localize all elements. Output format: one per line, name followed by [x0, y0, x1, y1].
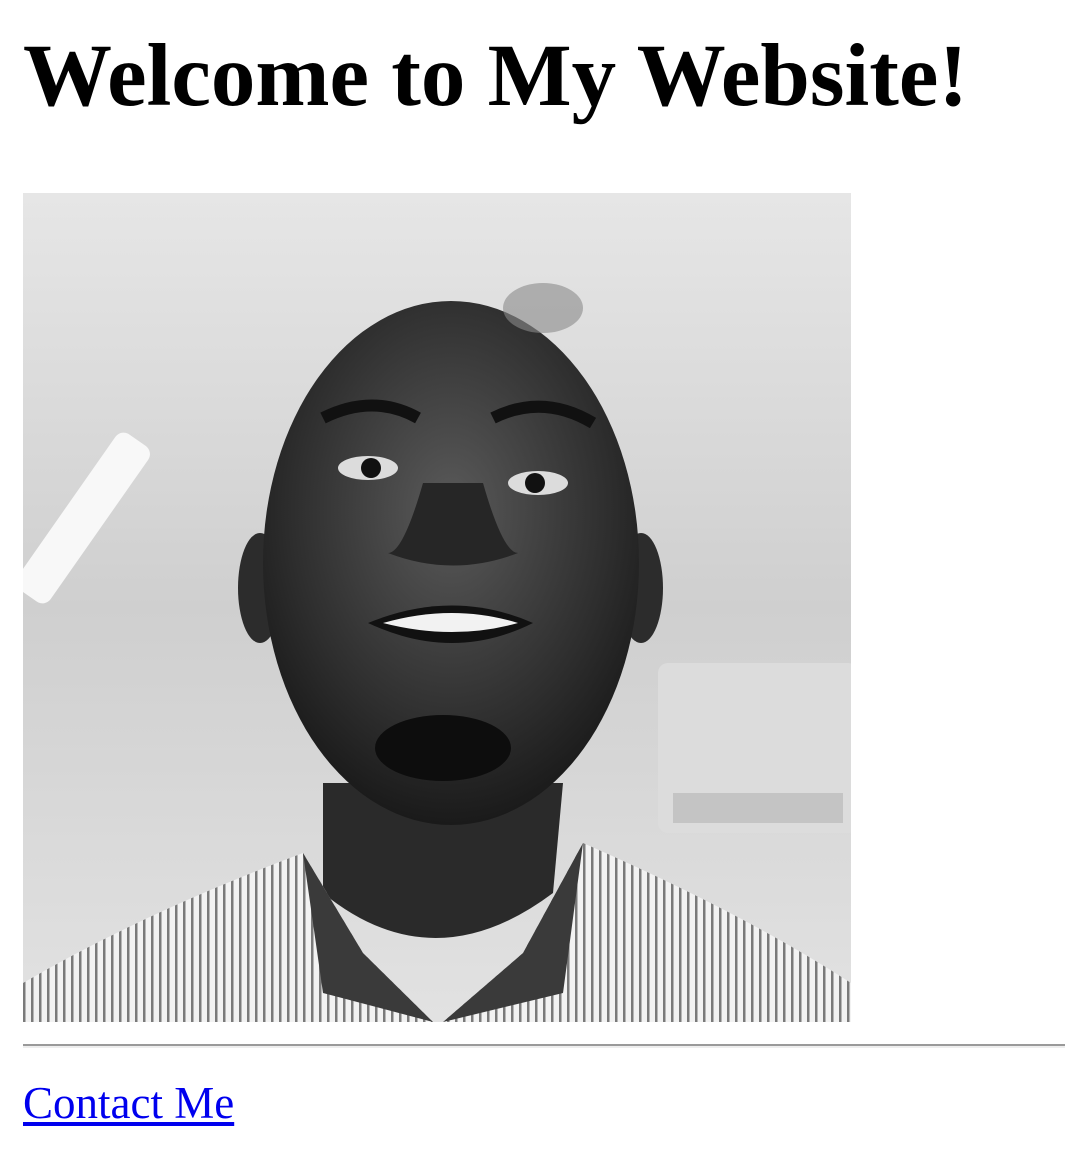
divider [23, 1044, 1065, 1048]
contact-me-link[interactable]: Contact Me [23, 1077, 234, 1129]
page-title: Welcome to My Website! [23, 27, 968, 125]
page-content: Welcome to My Website! Contact Me [23, 0, 1065, 1128]
profile-photo [23, 193, 851, 1022]
portrait-photo-icon [23, 193, 851, 1022]
